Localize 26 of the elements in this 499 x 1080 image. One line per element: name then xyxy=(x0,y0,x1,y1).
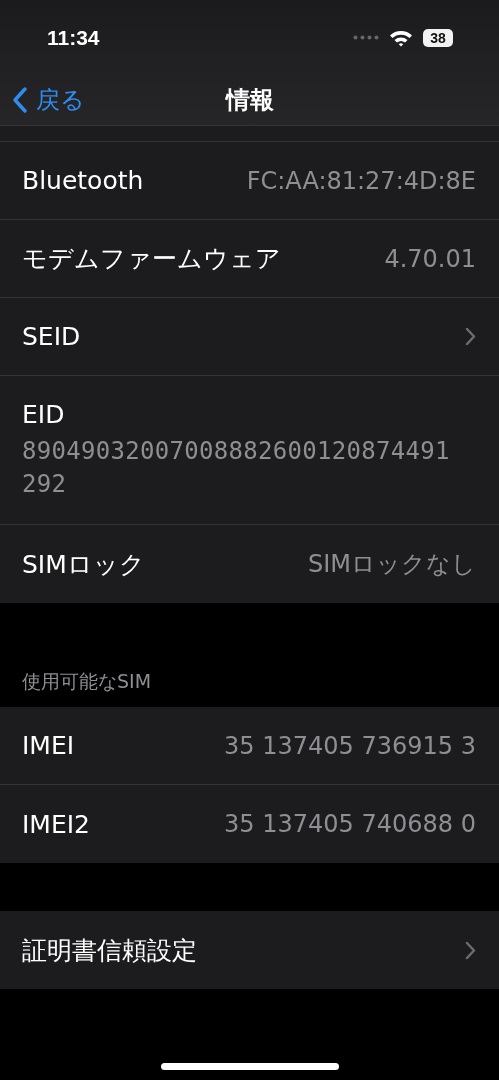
page-title: 情報 xyxy=(225,85,274,116)
list-row[interactable]: 証明書信頼設定 xyxy=(0,911,499,989)
row-value: 35 137405 736915 3 xyxy=(224,731,476,760)
section-header: 使用可能なSIM xyxy=(21,669,153,694)
back-button[interactable]: 戻る xyxy=(0,84,85,116)
row-value: 89049032007008882600120874491292 xyxy=(22,436,451,500)
row-label: IMEI xyxy=(22,731,75,760)
row-label: モデムファームウェア xyxy=(22,243,281,275)
row-label: SIMロック xyxy=(22,548,145,581)
row-label: IMEI2 xyxy=(22,809,91,839)
battery-indicator: 38 xyxy=(423,28,453,47)
back-chevron-icon xyxy=(12,86,28,114)
signal-icon xyxy=(353,35,379,40)
row-label: Bluetooth xyxy=(22,166,144,195)
chevron-icon xyxy=(465,940,476,960)
row-label: EID xyxy=(22,400,65,430)
wifi-icon xyxy=(389,28,413,47)
status-time: 11:34 xyxy=(47,25,100,50)
row-value: 35 137405 740688 0 xyxy=(224,810,476,838)
row-value: SIMロックなし xyxy=(307,549,476,580)
chevron-icon xyxy=(465,327,476,346)
row-label: 証明書信頼設定 xyxy=(22,934,197,967)
list-row[interactable]: SEID xyxy=(0,298,499,376)
row-label: SEID xyxy=(22,322,81,351)
row-value: 4.70.01 xyxy=(384,244,476,273)
row-value: FC:AA:81:27:4D:8E xyxy=(246,166,476,195)
